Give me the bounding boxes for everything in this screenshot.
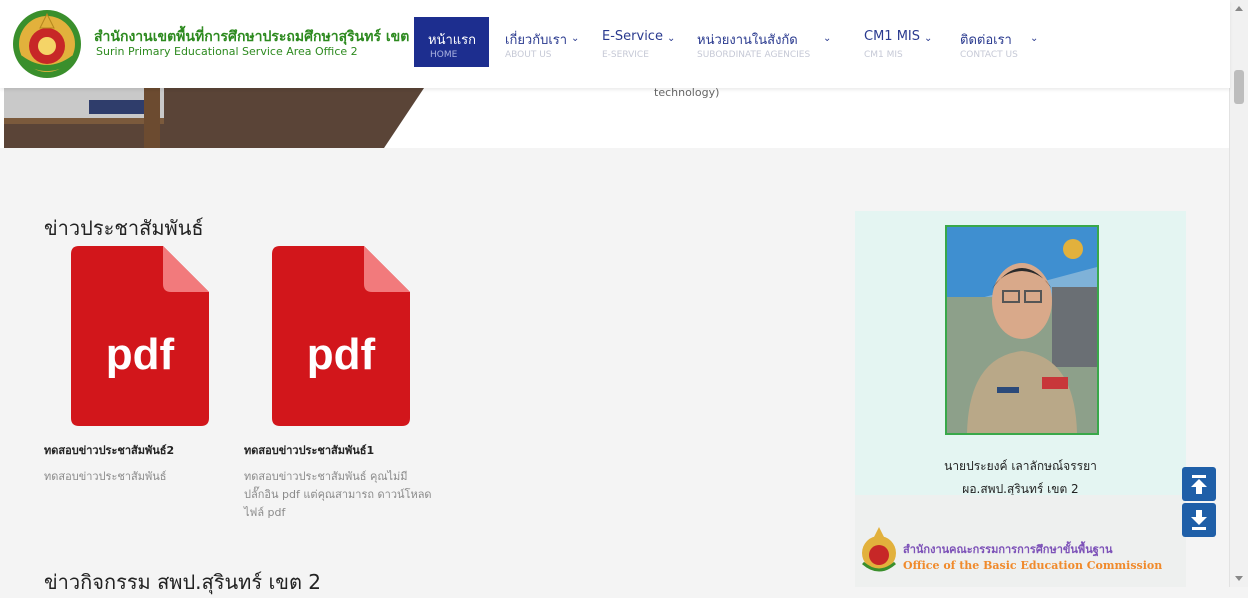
arrow-down-icon [1191,510,1207,530]
scroll-down-arrow-icon[interactable] [1235,576,1243,581]
nav-sublabel: CM1 MIS [864,50,903,60]
obec-logo [862,527,896,572]
chevron-down-icon: ⌄ [924,33,933,44]
pdf-icon-label: pdf [306,330,376,379]
chevron-down-icon: ⌄ [571,33,580,44]
pdf-document-icon[interactable]: pdf [71,246,209,426]
nav-label: หน้าแรก [428,33,476,48]
chevron-down-icon: ⌄ [1030,33,1039,44]
nav-label: ติดต่อเรา [960,33,1012,48]
nav-label: เกี่ยวกับเรา [505,33,568,48]
brand-name-english[interactable]: Surin Primary Educational Service Area O… [96,45,358,58]
activity-section-title: ข่าวกิจกรรม สพป.สุรินทร์ เขต 2 [44,570,322,594]
hero-photo [4,88,491,148]
nav-label: CM1 MIS [864,29,920,44]
nav-item-contact[interactable]: ติดต่อเรา ⌄ CONTACT US [960,17,1060,67]
scrollbar-thumb[interactable] [1234,70,1244,104]
nav-sublabel: CONTACT US [960,50,1018,60]
nav-item-home[interactable]: หน้าแรก HOME [414,17,489,67]
nav-label: หน่วยงานในสังกัด [697,33,798,48]
scroll-to-bottom-button[interactable] [1182,503,1216,537]
nav-item-eservice[interactable]: E-Service ⌄ E-SERVICE [597,17,697,67]
news-item-title[interactable]: ทดสอบข่าวประชาสัมพันธ์1 [244,441,374,459]
nav-item-agencies[interactable]: หน่วยงานในสังกัด ⌄ SUBORDINATE AGENCIES [697,17,864,67]
scroll-to-top-button[interactable] [1182,467,1216,501]
obec-name-thai: สำนักงานคณะกรรมการการศึกษาขั้นพื้นฐาน [903,543,1113,556]
nav-sublabel: HOME [430,50,458,60]
page-scrollbar[interactable] [1229,0,1248,587]
nav-item-about[interactable]: เกี่ยวกับเรา ⌄ ABOUT US [489,17,597,67]
school-logo[interactable] [10,6,84,80]
director-portrait [945,225,1099,435]
chevron-down-icon: ⌄ [667,33,676,44]
pdf-document-icon[interactable]: pdf [272,246,410,426]
site-header: สำนักงานเขตพื้นที่การศึกษาประถมศึกษาสุริ… [0,0,1230,88]
nav-sublabel: SUBORDINATE AGENCIES [697,50,811,60]
obec-name-english: Office of the Basic Education Commission [903,559,1163,572]
news-section-title: ข่าวประชาสัมพันธ์ [44,216,204,240]
news-item-title[interactable]: ทดสอบข่าวประชาสัมพันธ์2 [44,441,174,459]
director-name: นายประยงค์ เลาลักษณ์จรรยา [944,459,1097,473]
news-item-description: ทดสอบข่าวประชาสัมพันธ์ คุณไม่มีปลั๊กอิน … [244,470,432,519]
pdf-icon-label: pdf [105,330,175,379]
nav-sublabel: E-SERVICE [602,50,649,60]
nav-label: E-Service [602,29,663,44]
chevron-down-icon: ⌄ [823,33,832,44]
nav-item-cm1mis[interactable]: CM1 MIS ⌄ CM1 MIS [864,17,960,67]
news-item-description: ทดสอบข่าวประชาสัมพันธ์ [44,470,167,483]
nav-sublabel: ABOUT US [505,50,552,60]
scroll-up-arrow-icon[interactable] [1235,6,1243,11]
main-nav: หน้าแรก HOME เกี่ยวกับเรา ⌄ ABOUT US E-S… [414,17,1060,67]
arrow-up-icon [1191,475,1207,494]
